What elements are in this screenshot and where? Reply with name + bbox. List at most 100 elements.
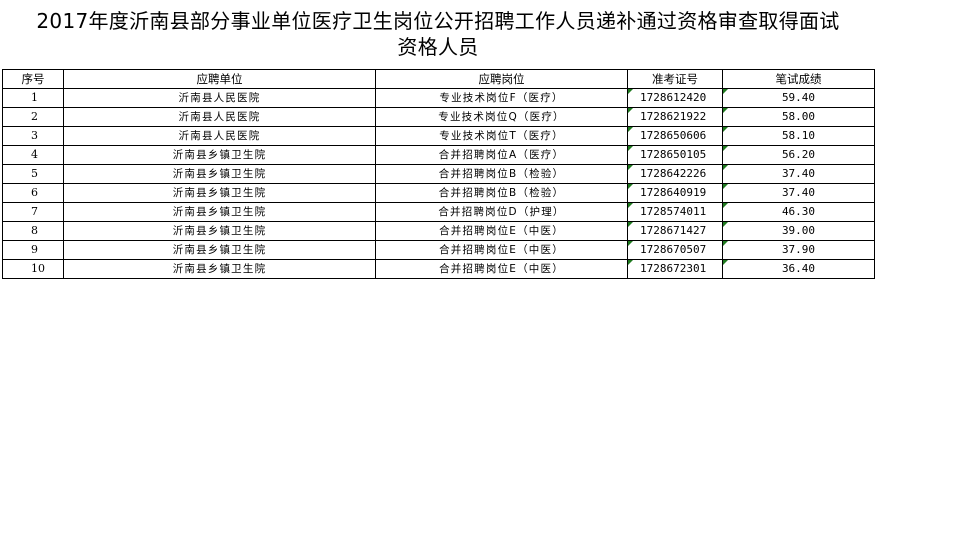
score-value: 56.20 <box>781 148 816 161</box>
cell-score: 56.20 <box>722 145 875 165</box>
exam-no-value: 1728612420 <box>640 91 707 104</box>
score-value: 37.40 <box>781 167 816 180</box>
cell-seq: 10 <box>2 259 64 279</box>
number-as-text-indicator-icon <box>628 203 633 208</box>
cell-seq: 9 <box>2 240 64 260</box>
exam-no-value: 1728672301 <box>640 262 707 275</box>
header-seq: 序号 <box>2 69 64 89</box>
cell-post: 合并招聘岗位E（中医） <box>375 221 628 241</box>
cell-post: 专业技术岗位T（医疗） <box>375 126 628 146</box>
number-as-text-indicator-icon <box>723 108 728 113</box>
score-value: 58.00 <box>781 110 816 123</box>
number-as-text-indicator-icon <box>723 241 728 246</box>
score-value: 37.40 <box>781 186 816 199</box>
exam-no-value: 1728670507 <box>640 243 707 256</box>
cell-score: 46.30 <box>722 202 875 222</box>
cell-score: 37.40 <box>722 164 875 184</box>
exam-no-value: 1728671427 <box>640 224 707 237</box>
table-row: 1 沂南县人民医院 专业技术岗位F（医疗） 1728612420 59.40 <box>2 88 875 108</box>
cell-seq: 5 <box>2 164 64 184</box>
number-as-text-indicator-icon <box>628 165 633 170</box>
number-as-text-indicator-icon <box>628 127 633 132</box>
cell-score: 36.40 <box>722 259 875 279</box>
cell-seq: 7 <box>2 202 64 222</box>
cell-exam-no: 1728640919 <box>627 183 723 203</box>
cell-exam-no: 1728612420 <box>627 88 723 108</box>
number-as-text-indicator-icon <box>723 165 728 170</box>
table-row: 8 沂南县乡镇卫生院 合并招聘岗位E（中医） 1728671427 39.00 <box>2 221 875 241</box>
table-row: 6 沂南县乡镇卫生院 合并招聘岗位B（检验） 1728640919 37.40 <box>2 183 875 203</box>
cell-post: 专业技术岗位Q（医疗） <box>375 107 628 127</box>
cell-post: 合并招聘岗位B（检验） <box>375 164 628 184</box>
table-row: 7 沂南县乡镇卫生院 合并招聘岗位D（护理） 1728574011 46.30 <box>2 202 875 222</box>
header-post: 应聘岗位 <box>375 69 628 89</box>
cell-post: 合并招聘岗位E（中医） <box>375 240 628 260</box>
cell-unit: 沂南县乡镇卫生院 <box>63 221 376 241</box>
cell-exam-no: 1728574011 <box>627 202 723 222</box>
cell-unit: 沂南县人民医院 <box>63 88 376 108</box>
cell-post: 合并招聘岗位B（检验） <box>375 183 628 203</box>
document-title: 2017年度沂南县部分事业单位医疗卫生岗位公开招聘工作人员递补通过资格审查取得面… <box>0 8 876 60</box>
exam-no-value: 1728650606 <box>640 129 707 142</box>
cell-score: 59.40 <box>722 88 875 108</box>
score-value: 58.10 <box>781 129 816 142</box>
cell-score: 37.40 <box>722 183 875 203</box>
score-value: 46.30 <box>781 205 816 218</box>
number-as-text-indicator-icon <box>723 260 728 265</box>
score-value: 37.90 <box>781 243 816 256</box>
number-as-text-indicator-icon <box>723 203 728 208</box>
cell-seq: 2 <box>2 107 64 127</box>
number-as-text-indicator-icon <box>628 108 633 113</box>
cell-exam-no: 1728621922 <box>627 107 723 127</box>
cell-unit: 沂南县人民医院 <box>63 107 376 127</box>
cell-seq: 6 <box>2 183 64 203</box>
cell-exam-no: 1728672301 <box>627 259 723 279</box>
table-row: 2 沂南县人民医院 专业技术岗位Q（医疗） 1728621922 58.00 <box>2 107 875 127</box>
number-as-text-indicator-icon <box>723 89 728 94</box>
cell-exam-no: 1728642226 <box>627 164 723 184</box>
exam-no-value: 1728642226 <box>640 167 707 180</box>
cell-score: 58.00 <box>722 107 875 127</box>
table-row: 9 沂南县乡镇卫生院 合并招聘岗位E（中医） 1728670507 37.90 <box>2 240 875 260</box>
number-as-text-indicator-icon <box>723 184 728 189</box>
number-as-text-indicator-icon <box>723 146 728 151</box>
number-as-text-indicator-icon <box>723 222 728 227</box>
exam-no-value: 1728650105 <box>640 148 707 161</box>
number-as-text-indicator-icon <box>628 241 633 246</box>
cell-post: 合并招聘岗位E（中医） <box>375 259 628 279</box>
cell-seq: 1 <box>2 88 64 108</box>
number-as-text-indicator-icon <box>628 260 633 265</box>
score-value: 39.00 <box>781 224 816 237</box>
cell-exam-no: 1728670507 <box>627 240 723 260</box>
cell-seq: 8 <box>2 221 64 241</box>
title-line-2: 资格人员 <box>397 35 479 59</box>
number-as-text-indicator-icon <box>628 146 633 151</box>
cell-unit: 沂南县乡镇卫生院 <box>63 259 376 279</box>
exam-no-value: 1728640919 <box>640 186 707 199</box>
cell-post: 专业技术岗位F（医疗） <box>375 88 628 108</box>
table-row: 10 沂南县乡镇卫生院 合并招聘岗位E（中医） 1728672301 36.40 <box>2 259 875 279</box>
cell-unit: 沂南县乡镇卫生院 <box>63 145 376 165</box>
candidates-table: 序号 应聘单位 应聘岗位 准考证号 笔试成绩 1 沂南县人民医院 专业技术岗位F… <box>2 69 875 279</box>
cell-score: 58.10 <box>722 126 875 146</box>
header-unit: 应聘单位 <box>63 69 376 89</box>
table-row: 3 沂南县人民医院 专业技术岗位T（医疗） 1728650606 58.10 <box>2 126 875 146</box>
cell-post: 合并招聘岗位A（医疗） <box>375 145 628 165</box>
cell-post: 合并招聘岗位D（护理） <box>375 202 628 222</box>
number-as-text-indicator-icon <box>628 222 633 227</box>
cell-seq: 3 <box>2 126 64 146</box>
cell-score: 39.00 <box>722 221 875 241</box>
table-header-row: 序号 应聘单位 应聘岗位 准考证号 笔试成绩 <box>2 69 875 89</box>
title-line-1: 2017年度沂南县部分事业单位医疗卫生岗位公开招聘工作人员递补通过资格审查取得面… <box>36 9 840 33</box>
number-as-text-indicator-icon <box>628 184 633 189</box>
cell-unit: 沂南县人民医院 <box>63 126 376 146</box>
table-row: 4 沂南县乡镇卫生院 合并招聘岗位A（医疗） 1728650105 56.20 <box>2 145 875 165</box>
cell-unit: 沂南县乡镇卫生院 <box>63 202 376 222</box>
header-exam-no: 准考证号 <box>627 69 723 89</box>
exam-no-value: 1728621922 <box>640 110 707 123</box>
number-as-text-indicator-icon <box>628 89 633 94</box>
table-row: 5 沂南县乡镇卫生院 合并招聘岗位B（检验） 1728642226 37.40 <box>2 164 875 184</box>
exam-no-value: 1728574011 <box>640 205 707 218</box>
cell-score: 37.90 <box>722 240 875 260</box>
cell-exam-no: 1728671427 <box>627 221 723 241</box>
